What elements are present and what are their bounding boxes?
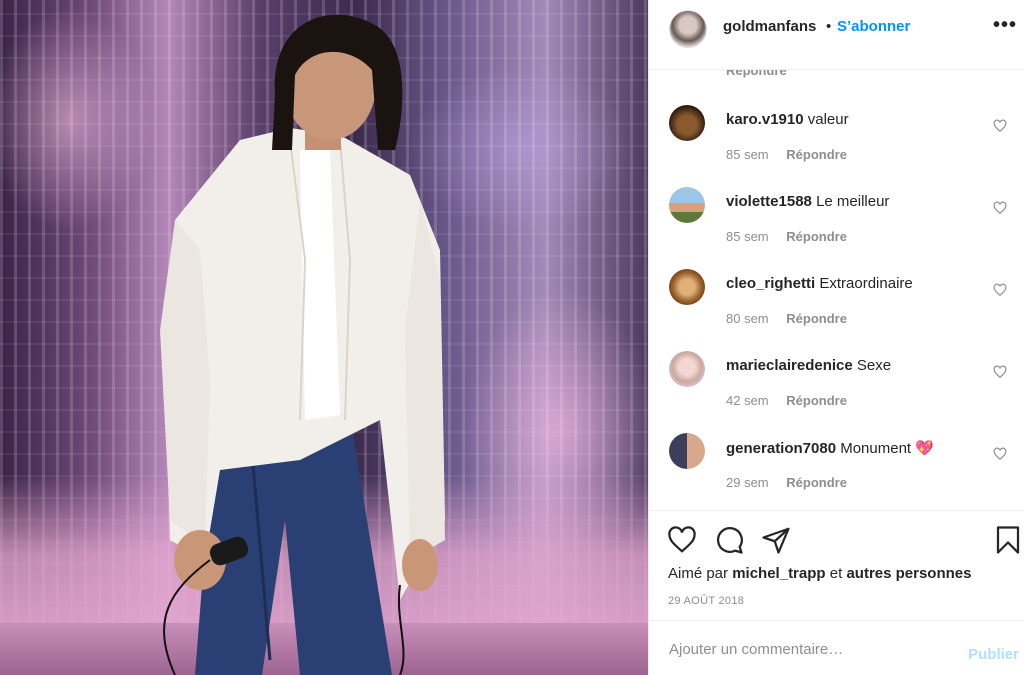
reply-button[interactable]: Répondre bbox=[786, 393, 847, 408]
reply-button[interactable]: Répondre bbox=[786, 229, 847, 244]
avatar[interactable] bbox=[669, 269, 705, 305]
others-likes-link[interactable]: autres personnes bbox=[846, 565, 971, 582]
comment-username[interactable]: cleo_righetti bbox=[726, 275, 815, 292]
like-comment-heart-icon[interactable] bbox=[993, 283, 1007, 297]
comments-list[interactable]: Répondre karo.v1910 valeur 85 sem Répond… bbox=[649, 70, 1024, 510]
comment-meta: 85 sem Répondre bbox=[726, 147, 847, 162]
likes-and: et bbox=[829, 565, 843, 582]
comment-username[interactable]: karo.v1910 bbox=[726, 111, 804, 128]
comment-username[interactable]: marieclairedenice bbox=[726, 357, 853, 374]
liker-username[interactable]: michel_trapp bbox=[732, 565, 825, 582]
share-paper-plane-icon[interactable] bbox=[761, 525, 791, 555]
comment-line: karo.v1910 valeur bbox=[726, 111, 849, 128]
comment-meta: 80 sem Répondre bbox=[726, 311, 847, 326]
comment-username[interactable]: violette1588 bbox=[726, 193, 812, 210]
avatar[interactable] bbox=[669, 187, 705, 223]
post-photo[interactable] bbox=[0, 0, 648, 675]
post-date[interactable]: 29 AOÛT 2018 bbox=[668, 595, 744, 607]
reply-button[interactable]: Répondre bbox=[786, 147, 847, 162]
comment-line: marieclairedenice Sexe bbox=[726, 357, 891, 374]
like-comment-heart-icon[interactable] bbox=[993, 447, 1007, 461]
comment-age: 85 sem bbox=[726, 147, 769, 162]
comment-age: 85 sem bbox=[726, 229, 769, 244]
comment-meta: 85 sem Répondre bbox=[726, 229, 847, 244]
follow-button[interactable]: S’abonner bbox=[837, 18, 910, 35]
reply-button[interactable]: Répondre bbox=[726, 70, 787, 78]
comment-item: generation7080 Monument 💖 29 sem Répondr… bbox=[649, 433, 1024, 510]
reply-button[interactable]: Répondre bbox=[786, 475, 847, 490]
post-sidebar: goldmanfans • S’abonner ••• Répondre kar… bbox=[648, 0, 1024, 675]
comment-item: karo.v1910 valeur 85 sem Répondre bbox=[649, 105, 1024, 185]
more-options-icon[interactable]: ••• bbox=[993, 14, 1017, 37]
avatar[interactable] bbox=[669, 433, 705, 469]
singer-figure bbox=[160, 14, 445, 675]
comment-meta: 42 sem Répondre bbox=[726, 393, 847, 408]
like-comment-heart-icon[interactable] bbox=[993, 201, 1007, 215]
like-heart-icon[interactable] bbox=[667, 525, 697, 555]
comment-age: 29 sem bbox=[726, 475, 769, 490]
like-comment-heart-icon[interactable] bbox=[993, 365, 1007, 379]
save-bookmark-icon[interactable] bbox=[993, 525, 1023, 555]
comment-line: violette1588 Le meilleur bbox=[726, 193, 889, 210]
post-header: goldmanfans • S’abonner ••• bbox=[649, 0, 1024, 70]
comment-item: cleo_righetti Extraordinaire 80 sem Répo… bbox=[649, 269, 1024, 349]
post-actions: Aimé par michel_trapp et autres personne… bbox=[649, 510, 1024, 620]
comment-meta: 29 sem Répondre bbox=[726, 475, 847, 490]
publish-button[interactable]: Publier bbox=[968, 646, 1019, 663]
comment-composer: Publier bbox=[649, 620, 1024, 675]
comment-input[interactable] bbox=[667, 633, 951, 665]
comment-username[interactable]: generation7080 bbox=[726, 440, 836, 457]
comment-age: 42 sem bbox=[726, 393, 769, 408]
comment-text: Monument 💖 bbox=[840, 440, 934, 457]
comment-text: Le meilleur bbox=[816, 193, 890, 210]
comment-bubble-icon[interactable] bbox=[714, 525, 744, 555]
comment-age: 80 sem bbox=[726, 311, 769, 326]
comment-text: valeur bbox=[807, 111, 849, 128]
author-username[interactable]: goldmanfans bbox=[723, 18, 816, 35]
separator-dot: • bbox=[826, 18, 832, 35]
like-comment-heart-icon[interactable] bbox=[993, 119, 1007, 133]
likes-summary: Aimé par michel_trapp et autres personne… bbox=[668, 565, 971, 582]
reply-button[interactable]: Répondre bbox=[786, 311, 847, 326]
likes-prefix: Aimé par bbox=[668, 565, 729, 582]
comment-text: Sexe bbox=[856, 357, 892, 374]
comment-line: cleo_righetti Extraordinaire bbox=[726, 275, 913, 292]
avatar[interactable] bbox=[669, 10, 707, 48]
avatar[interactable] bbox=[669, 351, 705, 387]
comment-text: Extraordinaire bbox=[819, 275, 913, 292]
comment-item: marieclairedenice Sexe 42 sem Répondre bbox=[649, 351, 1024, 431]
comment-item: violette1588 Le meilleur 85 sem Répondre bbox=[649, 187, 1024, 267]
comment-line: generation7080 Monument 💖 bbox=[726, 439, 934, 457]
avatar[interactable] bbox=[669, 105, 705, 141]
